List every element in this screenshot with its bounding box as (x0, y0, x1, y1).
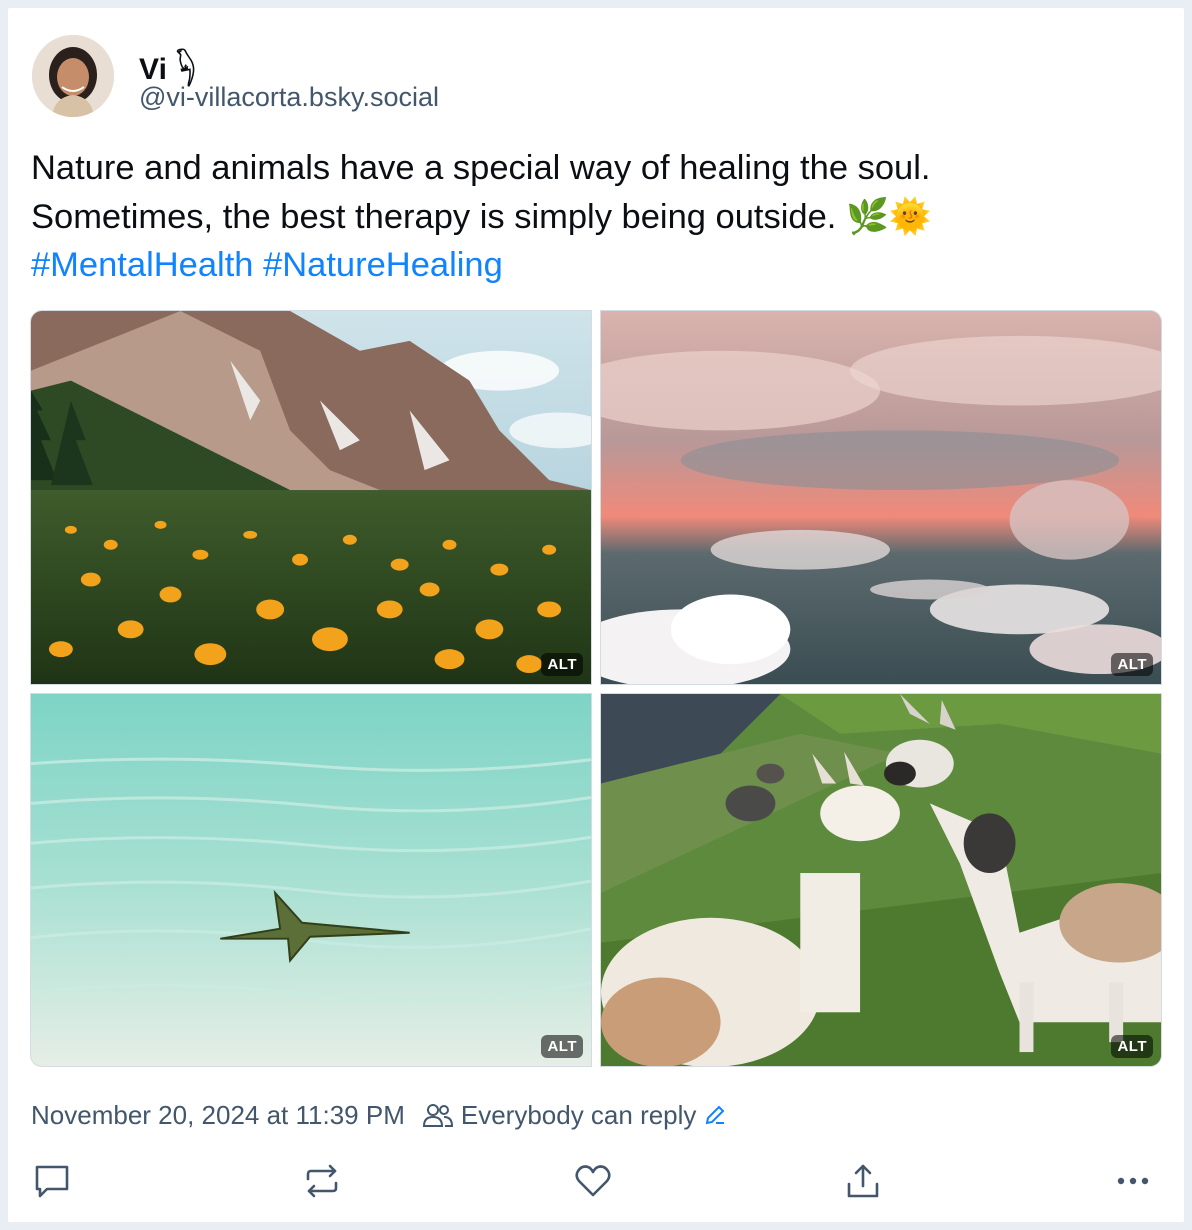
avatar-photo-icon (32, 35, 114, 117)
post-text-line-1: Nature and animals have a special way of… (31, 149, 931, 187)
repost-icon[interactable] (299, 1158, 345, 1204)
hashtag-naturehealing[interactable]: #NatureHealing (263, 246, 503, 284)
image-starfish-sand[interactable]: ALT (30, 693, 592, 1067)
alt-badge[interactable]: ALT (541, 1035, 583, 1058)
people-icon (422, 1102, 453, 1128)
image-mountain-meadow[interactable]: ALT (30, 310, 592, 685)
alt-badge[interactable]: ALT (1111, 653, 1153, 676)
image-llamas[interactable]: ALT (600, 693, 1162, 1067)
sunset-clouds-image (601, 311, 1161, 684)
share-icon[interactable] (840, 1158, 886, 1204)
more-icon[interactable] (1110, 1158, 1156, 1204)
hashtag-mentalhealth[interactable]: #MentalHealth (31, 246, 253, 284)
reply-icon[interactable] (29, 1158, 75, 1204)
post-card: Vi 𓆐 @vi-villacorta.bsky.social Nature a… (8, 8, 1184, 1222)
like-icon[interactable] (570, 1158, 616, 1204)
hashtag-line: #MentalHealth #NatureHealing (31, 241, 1151, 290)
llamas-image (601, 694, 1161, 1066)
avatar[interactable] (32, 35, 114, 117)
image-grid: ALT ALT ALT ALT (30, 310, 1162, 1067)
post-meta: November 20, 2024 at 11:39 PM Everybody … (31, 1098, 726, 1132)
starfish-sand-image (31, 694, 591, 1066)
reply-setting[interactable]: Everybody can reply (461, 1100, 697, 1131)
pencil-icon[interactable] (704, 1104, 726, 1126)
post-text: Nature and animals have a special way of… (31, 144, 1151, 290)
mountain-meadow-image (31, 311, 591, 684)
timestamp[interactable]: November 20, 2024 at 11:39 PM (31, 1100, 405, 1131)
image-sunset-clouds[interactable]: ALT (600, 310, 1162, 685)
action-bar (8, 1158, 1184, 1204)
alt-badge[interactable]: ALT (1111, 1035, 1153, 1058)
user-handle[interactable]: @vi-villacorta.bsky.social (139, 82, 439, 113)
alt-badge[interactable]: ALT (541, 653, 583, 676)
post-text-line-2: Sometimes, the best therapy is simply be… (31, 197, 932, 236)
